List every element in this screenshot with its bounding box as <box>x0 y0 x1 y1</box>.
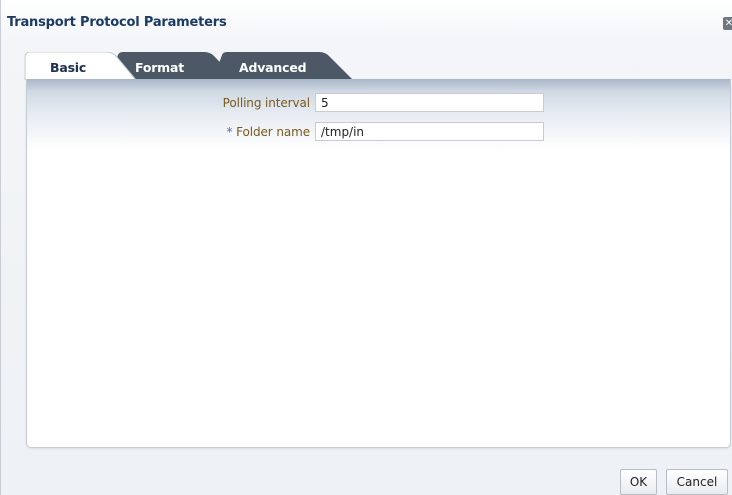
cancel-button[interactable]: Cancel <box>666 469 728 495</box>
close-icon[interactable]: ✕ <box>723 17 732 30</box>
tab-advanced[interactable]: Advanced <box>239 60 307 75</box>
polling-interval-input[interactable] <box>315 93 544 112</box>
polling-interval-label: Polling interval <box>222 96 310 110</box>
folder-name-label: * Folder name <box>226 125 311 139</box>
folder-name-label-text: Folder name <box>236 125 310 139</box>
tab-bar: Basic Format Advanced <box>1 52 732 80</box>
folder-name-input[interactable] <box>315 122 544 141</box>
dialog-title-bar: Transport Protocol Parameters ✕ <box>1 0 732 40</box>
tab-basic[interactable]: Basic <box>50 60 86 75</box>
ok-button[interactable]: OK <box>620 469 657 495</box>
polling-interval-row: Polling interval <box>27 93 730 115</box>
required-marker: * <box>226 125 233 139</box>
tab-format[interactable]: Format <box>135 60 184 75</box>
tab-shapes <box>24 52 353 80</box>
folder-name-row: * Folder name <box>27 122 730 144</box>
dialog: Transport Protocol Parameters ✕ Basic Fo… <box>0 0 732 495</box>
tab-content-panel: Polling interval * Folder name <box>26 79 731 448</box>
dialog-title: Transport Protocol Parameters <box>7 15 227 30</box>
